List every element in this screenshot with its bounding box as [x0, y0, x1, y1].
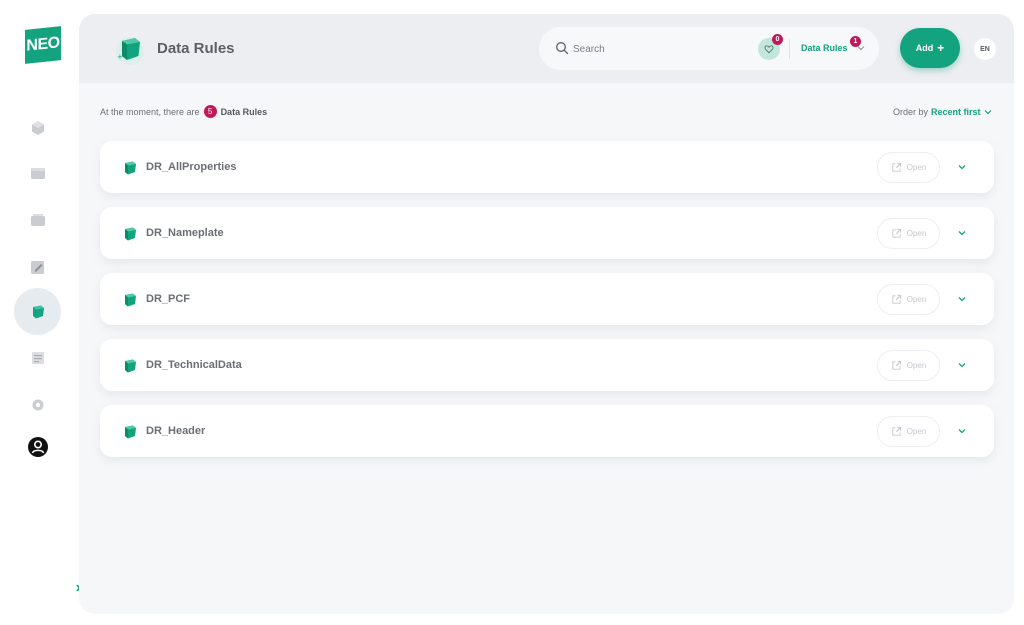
data-rule-row[interactable]: DR_TechnicalData Open — [100, 339, 994, 391]
add-button[interactable]: Add + — [900, 28, 960, 68]
data-rule-name: DR_PCF — [146, 293, 191, 305]
external-link-icon — [892, 228, 901, 238]
chevron-down-icon[interactable] — [957, 228, 967, 238]
open-button-label: Open — [906, 295, 927, 304]
sidebar-item-folders[interactable] — [14, 149, 61, 196]
open-button-label: Open — [906, 427, 927, 436]
data-rule-icon — [125, 425, 136, 439]
data-rule-icon — [125, 161, 136, 175]
data-rule-icon — [125, 293, 136, 307]
order-by-select[interactable]: Order by Recent first — [893, 107, 992, 117]
open-button-label: Open — [906, 361, 927, 370]
plus-icon: + — [937, 41, 945, 55]
search-scope-select[interactable]: Data Rules — [801, 43, 848, 53]
sidebar-item-assets[interactable] — [14, 104, 61, 151]
external-link-icon — [892, 426, 901, 436]
document-list-icon — [31, 351, 44, 364]
data-rule-icon — [32, 305, 44, 318]
external-link-icon — [892, 294, 901, 304]
user-avatar-icon — [27, 436, 48, 457]
search-icon — [556, 42, 569, 55]
order-value: Recent first — [931, 107, 981, 117]
open-button[interactable]: Open — [877, 350, 940, 381]
chevron-down-icon[interactable] — [957, 426, 967, 436]
open-button[interactable]: Open — [877, 152, 940, 183]
neo-logo[interactable]: NEO — [25, 26, 61, 64]
data-rule-icon: + — [116, 37, 144, 65]
open-button[interactable]: Open — [877, 284, 940, 315]
heart-icon — [764, 45, 774, 54]
edit-icon — [30, 260, 44, 274]
data-rule-row[interactable]: DR_PCF Open — [100, 273, 994, 325]
divider — [789, 39, 790, 59]
data-rule-name: DR_TechnicalData — [146, 359, 242, 371]
chevron-down-icon[interactable] — [957, 162, 967, 172]
open-button[interactable]: Open — [877, 218, 940, 249]
favorites-count-badge: 0 — [772, 34, 783, 45]
external-link-icon — [892, 360, 901, 370]
data-rule-icon — [125, 359, 136, 373]
summary-prefix: At the moment, there are — [100, 106, 200, 117]
svg-text:+: + — [117, 53, 123, 61]
external-link-icon — [892, 162, 901, 172]
data-rule-name: DR_AllProperties — [146, 161, 237, 173]
sidebar-item-profile[interactable] — [14, 423, 61, 470]
sidebar-item-settings[interactable] — [14, 381, 61, 428]
cube-icon — [31, 120, 44, 135]
data-rule-row[interactable]: DR_AllProperties Open — [100, 141, 994, 193]
open-button-label: Open — [906, 229, 927, 238]
chevron-down-icon[interactable] — [857, 44, 865, 52]
data-rule-name: DR_Nameplate — [146, 227, 224, 239]
chevron-down-icon — [984, 110, 991, 115]
sidebar-item-edit[interactable] — [14, 243, 61, 290]
rules-count-badge: 5 — [203, 105, 217, 118]
add-button-label: Add — [915, 43, 934, 53]
chevron-down-icon[interactable] — [957, 294, 967, 304]
rules-summary: At the moment, there are 5 Data Rules — [100, 105, 267, 118]
data-rule-row[interactable]: DR_Nameplate Open — [100, 207, 994, 259]
data-rule-row[interactable]: DR_Header Open — [100, 405, 994, 457]
language-button[interactable]: EN — [974, 38, 996, 60]
chevron-down-icon[interactable] — [957, 360, 967, 370]
search-input[interactable] — [573, 39, 743, 59]
folder-icon — [30, 167, 45, 179]
page-header: + Data Rules 0 Data Rules 1 Add + EN — [79, 14, 1014, 83]
data-rule-icon — [125, 227, 136, 241]
search-bar: 0 Data Rules 1 — [539, 27, 879, 70]
gear-icon — [32, 399, 43, 410]
sidebar-item-documents[interactable] — [14, 334, 61, 381]
order-label: Order by — [893, 107, 929, 117]
sidebar-item-data-rules[interactable] — [14, 288, 61, 335]
main-panel: + Data Rules 0 Data Rules 1 Add + EN At … — [79, 14, 1014, 614]
sidebar-item-stack[interactable] — [14, 196, 61, 243]
data-rule-name: DR_Header — [146, 425, 206, 437]
summary-suffix: Data Rules — [220, 106, 268, 117]
sidebar: NEO — [0, 0, 78, 625]
page-title: Data Rules — [157, 40, 235, 57]
open-button[interactable]: Open — [877, 416, 940, 447]
open-button-label: Open — [906, 163, 927, 172]
stack-icon — [30, 213, 45, 226]
